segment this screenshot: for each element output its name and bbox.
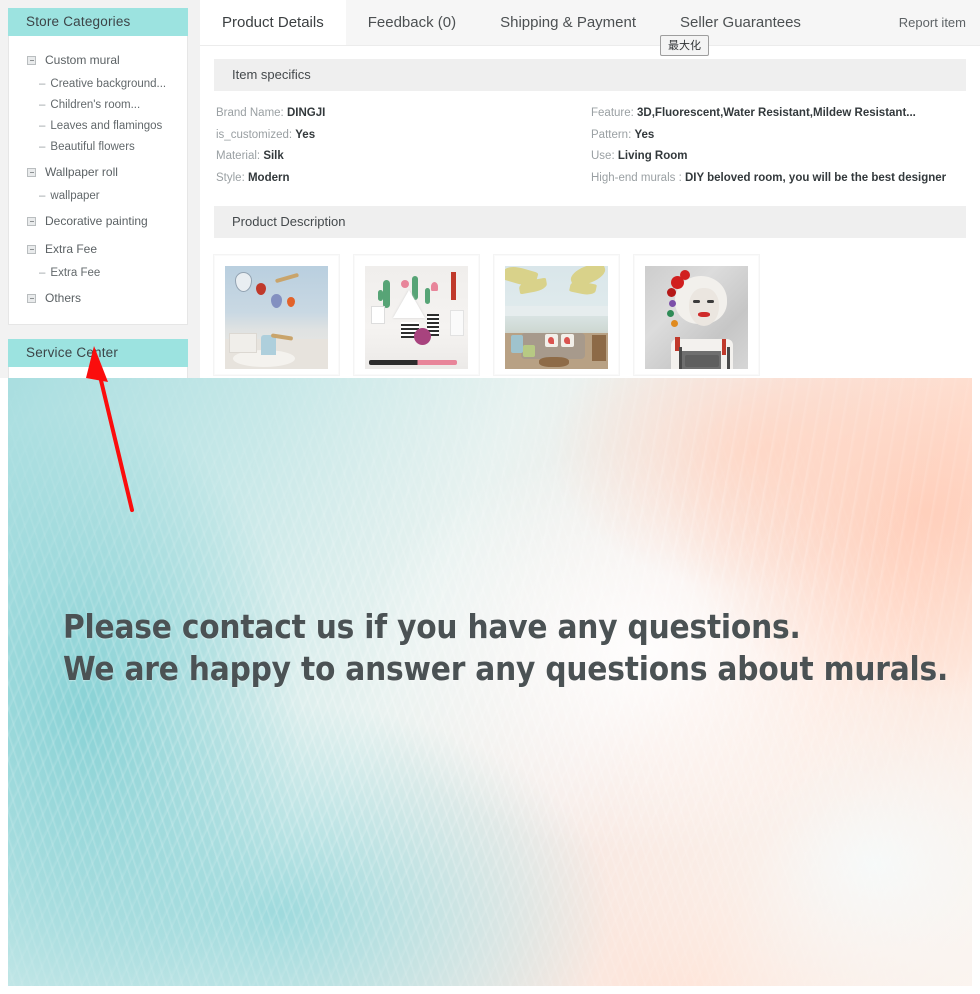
dash-icon: – <box>39 267 46 279</box>
thumbnail-image <box>365 266 468 369</box>
thumbnail-image <box>225 266 328 369</box>
store-categories-title: Store Categories <box>8 8 188 36</box>
item-specifics-heading: Item specifics <box>214 59 966 91</box>
spec-value: Yes <box>634 128 655 141</box>
dash-icon: – <box>39 78 46 90</box>
store-categories-body: Custom mural – Creative background... – … <box>8 36 188 325</box>
banner-line-1: Please contact us if you have any questi… <box>63 607 801 646</box>
dash-icon: – <box>39 190 46 202</box>
spec-key: Use: <box>591 150 615 162</box>
sidebar-item-wallpaper[interactable]: – wallpaper <box>9 186 187 207</box>
banner-line-2: We are happy to answer any questions abo… <box>63 649 949 688</box>
spec-key: Material: <box>216 150 261 162</box>
spec-value: 3D,Fluorescent,Water Resistant,Mildew Re… <box>637 107 916 119</box>
spec-value: DINGJI <box>286 107 326 119</box>
sidebar-item-label: Leaves and flamingos <box>50 120 163 132</box>
sidebar: Store Categories Custom mural – Creative… <box>8 8 188 378</box>
sidebar-item-label: Decorative painting <box>45 214 148 228</box>
thumbnail-tropical-palm-leaf-living-room[interactable] <box>494 255 619 375</box>
spec-row-material: Material: Silk <box>216 146 325 168</box>
collapse-box-icon <box>27 56 36 65</box>
spec-row-use: Use: Living Room <box>591 146 946 168</box>
sidebar-item-wallpaper-roll[interactable]: Wallpaper roll <box>9 158 187 186</box>
spec-row-style: Style: Modern <box>216 168 325 190</box>
product-description-thumbnails <box>214 255 759 375</box>
sidebar-item-custom-mural[interactable]: Custom mural <box>9 46 187 74</box>
collapse-box-icon <box>27 168 36 177</box>
sidebar-item-extra-fee[interactable]: Extra Fee <box>9 235 187 263</box>
spec-key: is_customized: <box>216 128 293 141</box>
sidebar-item-label: Creative background... <box>50 78 167 90</box>
sidebar-item-beautiful-flowers[interactable]: – Beautiful flowers <box>9 137 187 158</box>
item-specifics-table: Brand Name: DINGJI is_customized: Yes Ma… <box>214 103 966 189</box>
tab-bar-underline <box>200 45 980 46</box>
sidebar-item-childrens-room[interactable]: – Children's room... <box>9 95 187 116</box>
dash-icon: – <box>39 99 46 111</box>
collapse-box-icon <box>27 217 36 226</box>
thumbnail-image <box>645 266 748 369</box>
spec-row-is-customized: is_customized: Yes <box>216 125 325 147</box>
banner-headline: Please contact us if you have any questi… <box>63 606 948 690</box>
dash-icon: – <box>39 120 46 132</box>
category-list: Custom mural – Creative background... – … <box>9 36 187 324</box>
tab-list: Product Details Feedback (0) Shipping & … <box>200 0 823 45</box>
spec-value: Yes <box>295 128 316 141</box>
store-categories-panel: Store Categories Custom mural – Creative… <box>8 8 188 325</box>
spec-row-pattern: Pattern: Yes <box>591 125 946 147</box>
sidebar-item-label: Children's room... <box>50 99 141 111</box>
sidebar-item-label: Others <box>45 291 82 305</box>
collapse-box-icon <box>27 245 36 254</box>
sidebar-item-decorative-painting[interactable]: Decorative painting <box>9 207 187 235</box>
collapse-box-icon <box>27 294 36 303</box>
tab-bar: Product Details Feedback (0) Shipping & … <box>200 0 980 46</box>
tab-product-details[interactable]: Product Details <box>200 0 346 45</box>
thumbnail-image <box>505 266 608 369</box>
sidebar-item-others[interactable]: Others <box>9 284 187 312</box>
sidebar-item-label: Extra Fee <box>45 242 98 256</box>
spec-value: DIY beloved room, you will be the best d… <box>684 171 947 184</box>
product-page: Store Categories Custom mural – Creative… <box>0 0 980 994</box>
top-content-area: Store Categories Custom mural – Creative… <box>0 0 980 378</box>
sidebar-item-creative-background[interactable]: – Creative background... <box>9 74 187 95</box>
report-item-link[interactable]: Report item <box>899 0 966 45</box>
tab-feedback[interactable]: Feedback (0) <box>346 0 478 45</box>
dash-icon: – <box>39 141 46 153</box>
sidebar-item-label: Wallpaper roll <box>45 165 118 179</box>
sidebar-item-extra-fee-child[interactable]: – Extra Fee <box>9 263 187 284</box>
thumbnail-marilyn-monroe-portrait[interactable] <box>634 255 759 375</box>
spec-value: Living Room <box>617 150 688 162</box>
annotation-arrow <box>86 346 134 512</box>
spec-row-brand-name: Brand Name: DINGJI <box>216 103 325 125</box>
product-description-heading: Product Description <box>214 206 966 238</box>
tab-shipping-and-payment[interactable]: Shipping & Payment <box>478 0 658 45</box>
spec-value: Modern <box>247 171 290 184</box>
maximize-button[interactable]: 最大化 <box>660 35 709 56</box>
item-specifics-left-column: Brand Name: DINGJI is_customized: Yes Ma… <box>216 103 325 189</box>
spec-key: Style: <box>216 171 245 184</box>
spec-key: Feature: <box>591 107 634 119</box>
spec-row-feature: Feature: 3D,Fluorescent,Water Resistant,… <box>591 103 946 125</box>
sidebar-item-label: Extra Fee <box>50 267 101 279</box>
spec-key: Brand Name: <box>216 107 284 119</box>
spec-value: Silk <box>263 150 284 162</box>
sidebar-item-label: Custom mural <box>45 53 120 67</box>
item-specifics-right-column: Feature: 3D,Fluorescent,Water Resistant,… <box>591 103 946 189</box>
spec-row-high-end-murals: High-end murals : DIY beloved room, you … <box>591 168 946 190</box>
spec-key: High-end murals : <box>591 171 682 184</box>
sidebar-item-label: wallpaper <box>50 190 100 202</box>
sidebar-item-leaves-and-flamingos[interactable]: – Leaves and flamingos <box>9 116 187 137</box>
thumbnail-nordic-cactus-desk[interactable] <box>354 255 479 375</box>
spec-key: Pattern: <box>591 128 632 141</box>
thumbnail-kids-room-hot-air-balloons[interactable] <box>214 255 339 375</box>
sidebar-item-label: Beautiful flowers <box>50 141 135 153</box>
